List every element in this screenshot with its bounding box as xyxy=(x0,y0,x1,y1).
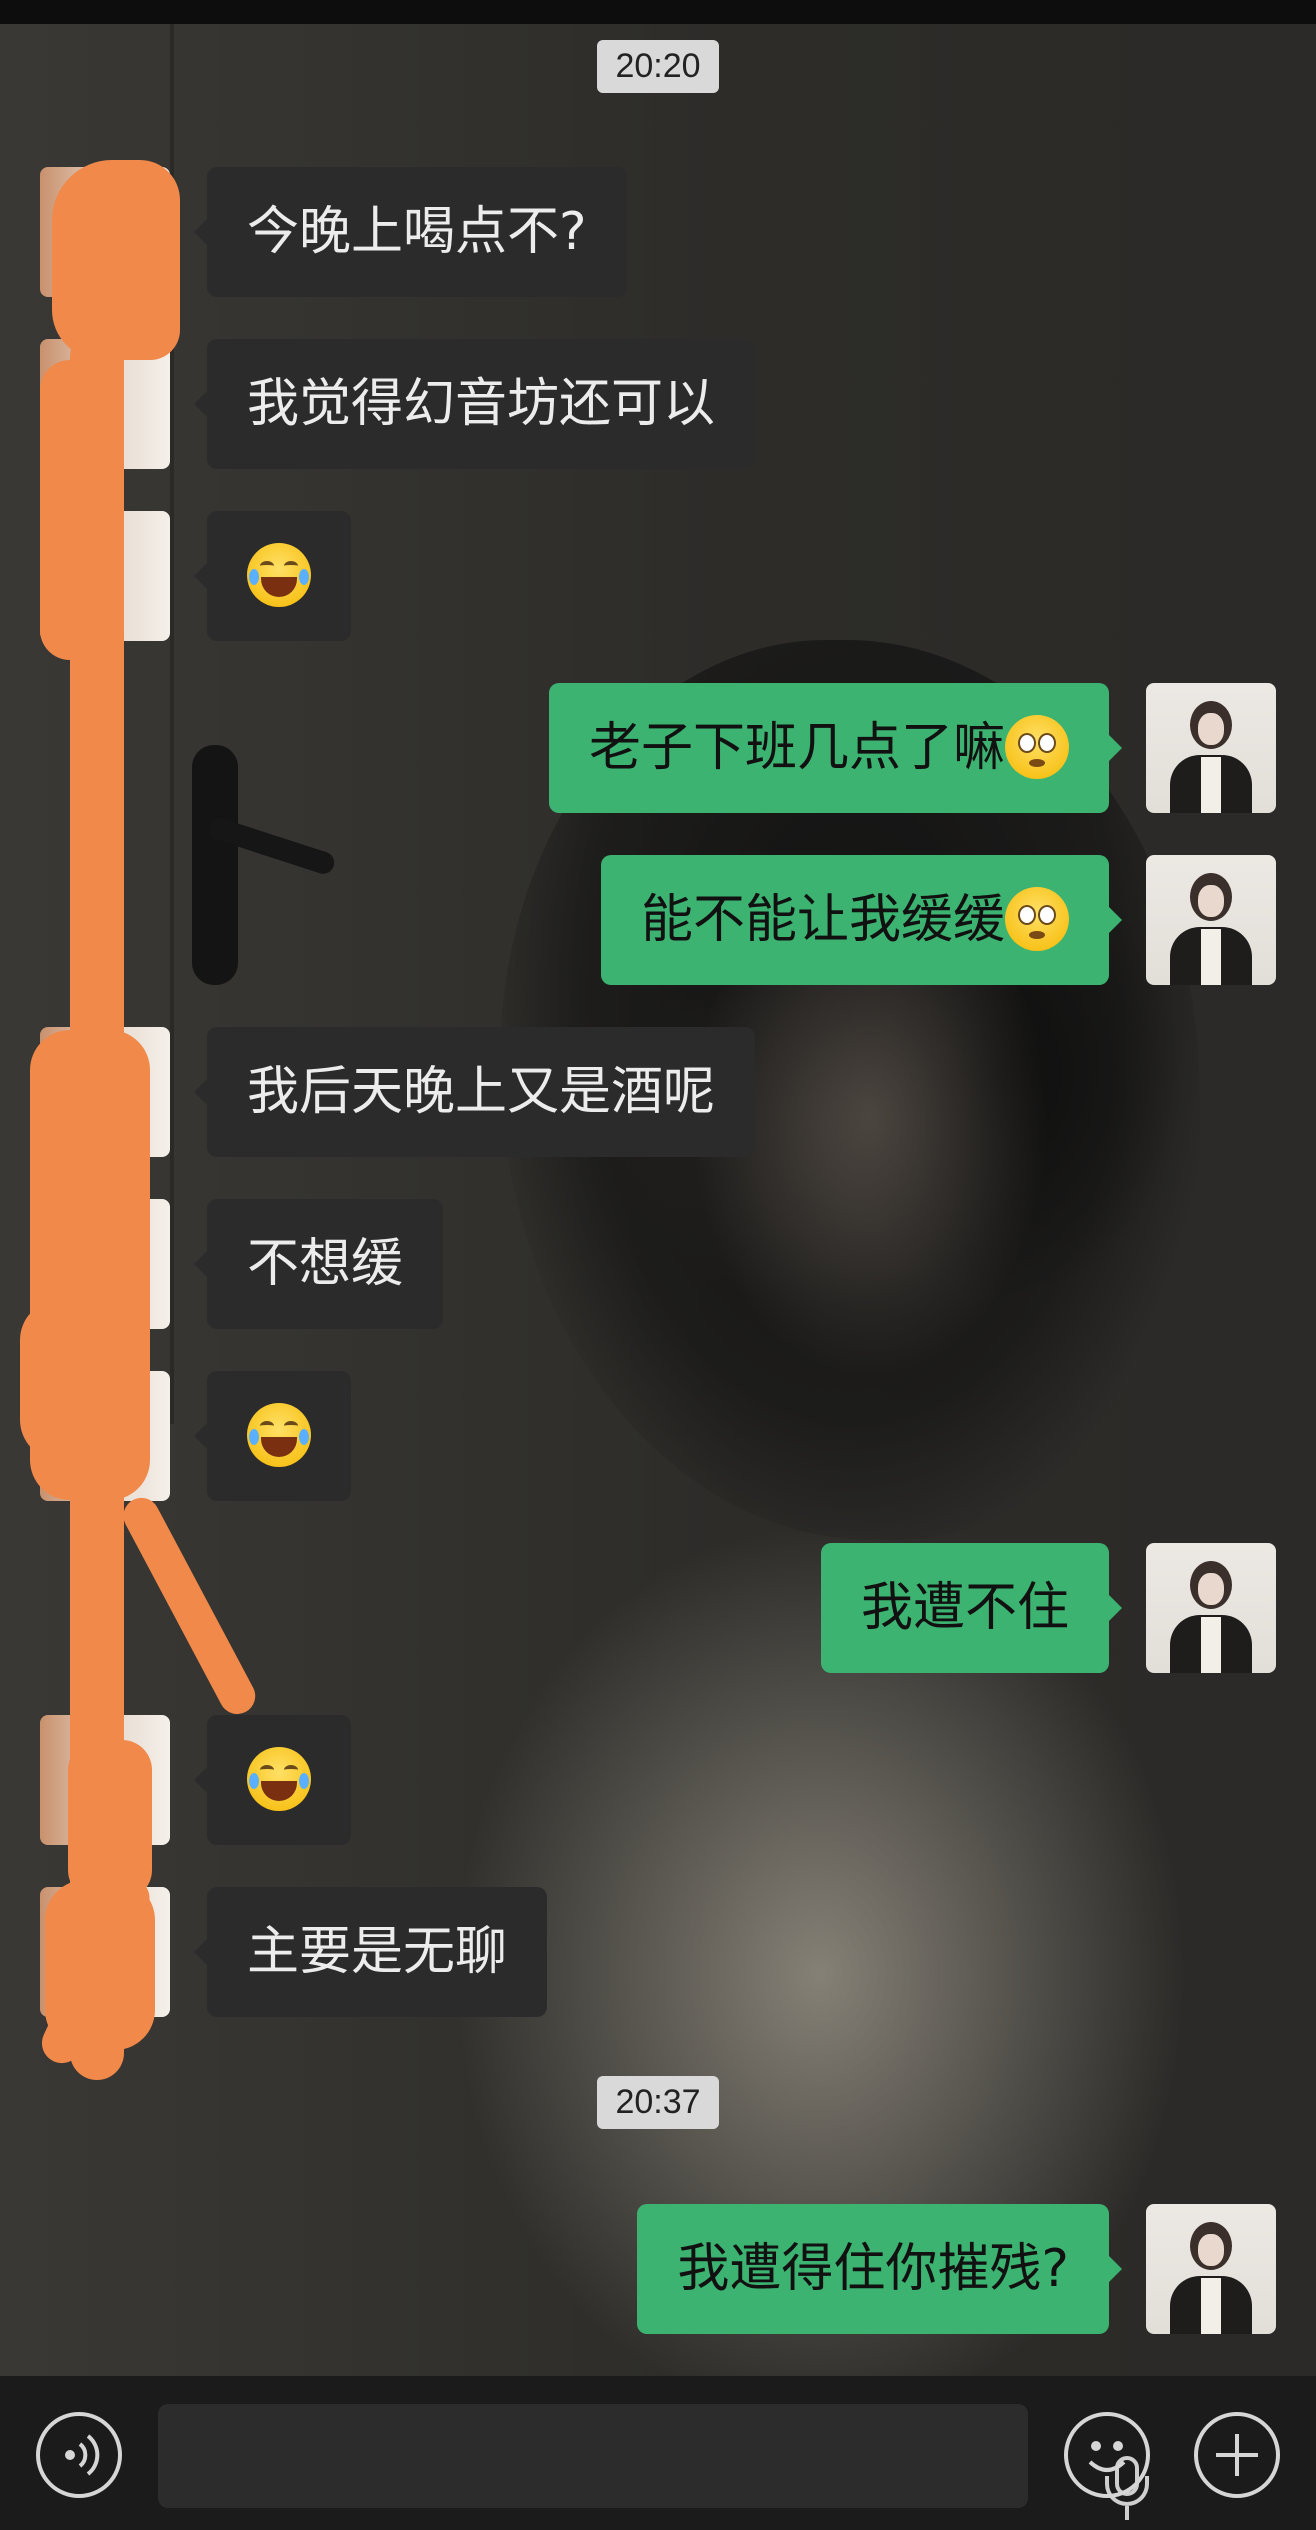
emoji-smiley-icon[interactable] xyxy=(1064,2412,1150,2498)
tears-of-joy-emoji-icon xyxy=(247,1747,311,1811)
message-bubble[interactable]: 能不能让我缓缓 xyxy=(600,855,1123,985)
flushed-emoji-icon xyxy=(1005,715,1069,779)
message-row: 能不能让我缓缓 xyxy=(0,855,1316,985)
message-text: 能不能让我缓缓 xyxy=(640,890,1005,950)
message-bubble[interactable] xyxy=(194,1715,351,1845)
timestamp-label: 20:37 xyxy=(597,2076,719,2129)
message-bubble[interactable] xyxy=(194,1371,351,1501)
chat-screen: 20:20 今晚上喝点不? 我觉得幻音坊还可以 老子下班几点了嘛 能不能让我缓缓… xyxy=(0,0,1316,2530)
message-bubble[interactable]: 我后天晚上又是酒呢 xyxy=(193,1027,756,1157)
message-bubble[interactable]: 老子下班几点了嘛 xyxy=(548,683,1123,813)
message-text: 不想缓 xyxy=(247,1234,404,1294)
message-text: 主要是无聊 xyxy=(247,1922,508,1982)
message-row: 今晚上喝点不? xyxy=(0,167,1316,297)
message-row: 我后天晚上又是酒呢 xyxy=(0,1027,1316,1157)
message-bubble[interactable] xyxy=(194,511,351,641)
message-text: 老子下班几点了嘛 xyxy=(588,718,1005,778)
message-bubble[interactable]: 今晚上喝点不? xyxy=(194,167,627,297)
message-bubble[interactable]: 主要是无聊 xyxy=(193,1887,548,2017)
my-avatar[interactable] xyxy=(1146,683,1276,813)
my-avatar[interactable] xyxy=(1146,2204,1276,2334)
message-row: 主要是无聊 xyxy=(0,1887,1316,2017)
redaction-scribble xyxy=(40,360,124,660)
timestamp-1: 20:20 xyxy=(0,40,1316,93)
tears-of-joy-emoji-icon xyxy=(247,543,311,607)
my-avatar[interactable] xyxy=(1146,1543,1276,1673)
redaction-scribble xyxy=(52,160,180,360)
message-bubble[interactable]: 我觉得幻音坊还可以 xyxy=(193,339,756,469)
message-text: 今晚上喝点不? xyxy=(247,202,587,262)
flushed-emoji-icon xyxy=(1005,887,1069,951)
message-bubble[interactable]: 我遭得住你摧残? xyxy=(637,2204,1122,2334)
message-row: 老子下班几点了嘛 xyxy=(0,683,1316,813)
message-row xyxy=(0,1371,1316,1501)
tears-of-joy-emoji-icon xyxy=(247,1403,311,1467)
timestamp-label: 20:20 xyxy=(597,40,719,93)
status-bar xyxy=(0,0,1316,24)
message-text: 我遭得住你摧残? xyxy=(677,2239,1069,2299)
message-row: 我觉得幻音坊还可以 xyxy=(0,339,1316,469)
plus-icon[interactable] xyxy=(1194,2412,1280,2498)
message-text: 我遭不住 xyxy=(860,1578,1069,1638)
message-row: 不想缓 xyxy=(0,1199,1316,1329)
message-bubble[interactable]: 我遭不住 xyxy=(820,1543,1123,1673)
message-row: 我遭得住你摧残? xyxy=(0,2204,1316,2334)
my-avatar[interactable] xyxy=(1146,855,1276,985)
message-bubble[interactable]: 不想缓 xyxy=(193,1199,444,1329)
message-row xyxy=(0,1715,1316,1845)
timestamp-2: 20:37 xyxy=(0,2076,1316,2129)
message-text: 我后天晚上又是酒呢 xyxy=(247,1062,716,1122)
input-bar xyxy=(0,2376,1316,2530)
message-row xyxy=(0,511,1316,641)
voice-toggle-icon[interactable] xyxy=(36,2412,122,2498)
redaction-scribble xyxy=(68,1740,152,1900)
message-input[interactable] xyxy=(158,2404,1149,2520)
redaction-scribble xyxy=(20,1300,110,1460)
message-text: 我觉得幻音坊还可以 xyxy=(247,374,716,434)
